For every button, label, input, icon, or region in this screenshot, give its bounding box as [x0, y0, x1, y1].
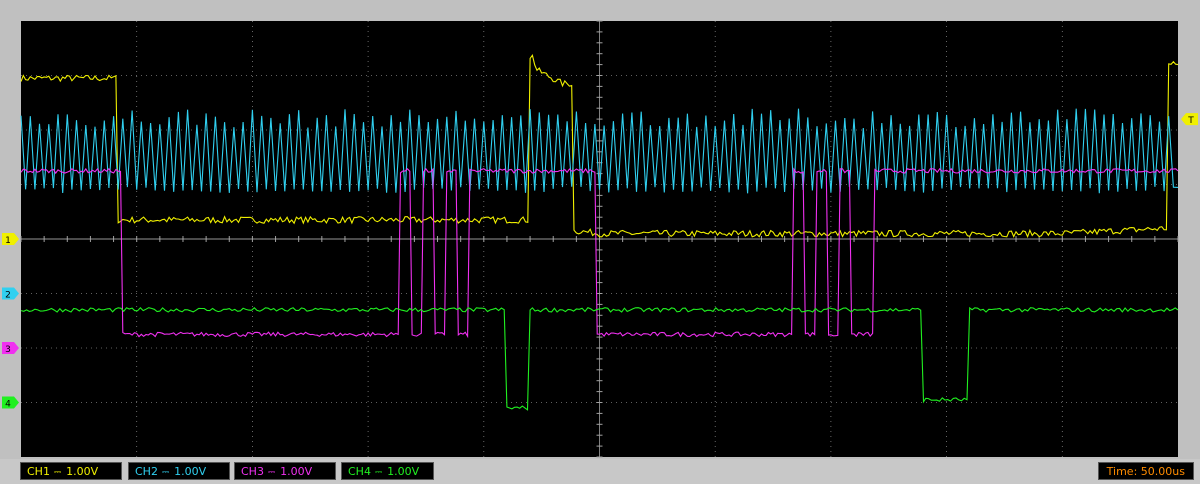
ch1-scale-readout[interactable]: CH1 ⎓ 1.00V: [20, 462, 122, 480]
timebase-label: Time:: [1106, 465, 1138, 478]
ch2-marker-label: 2: [5, 291, 11, 301]
ch2-scale: 1.00V: [174, 465, 207, 478]
ch3-marker-label: 3: [5, 345, 11, 355]
timebase-readout[interactable]: Time: 50.00us: [1097, 462, 1194, 480]
ch2-scale-readout[interactable]: CH2 ⎓ 1.00V: [128, 462, 230, 480]
ch4-label: CH4: [348, 465, 371, 478]
ch4-marker-label: 4: [5, 400, 11, 410]
ch2-label: CH2: [135, 465, 158, 478]
dc-coupling-icon: ⎓: [53, 468, 61, 478]
ch1-scale: 1.00V: [66, 465, 99, 478]
trigger-marker-label: T: [1187, 116, 1194, 126]
ch1-marker-label: 1: [5, 236, 11, 246]
ch3-label: CH3: [241, 465, 264, 478]
oscilloscope-display: 1 2 3 4 T: [0, 0, 1200, 484]
dc-coupling-icon: ⎓: [267, 468, 275, 478]
ch3-scale: 1.00V: [280, 465, 313, 478]
ch3-scale-readout[interactable]: CH3 ⎓ 1.00V: [234, 462, 336, 480]
dc-coupling-icon: ⎓: [374, 468, 382, 478]
ch4-scale-readout[interactable]: CH4 ⎓ 1.00V: [341, 462, 434, 480]
dc-coupling-icon: ⎓: [161, 468, 169, 478]
ch1-label: CH1: [27, 465, 50, 478]
ch4-scale: 1.00V: [387, 465, 420, 478]
timebase-value: 50.00us: [1140, 465, 1185, 478]
